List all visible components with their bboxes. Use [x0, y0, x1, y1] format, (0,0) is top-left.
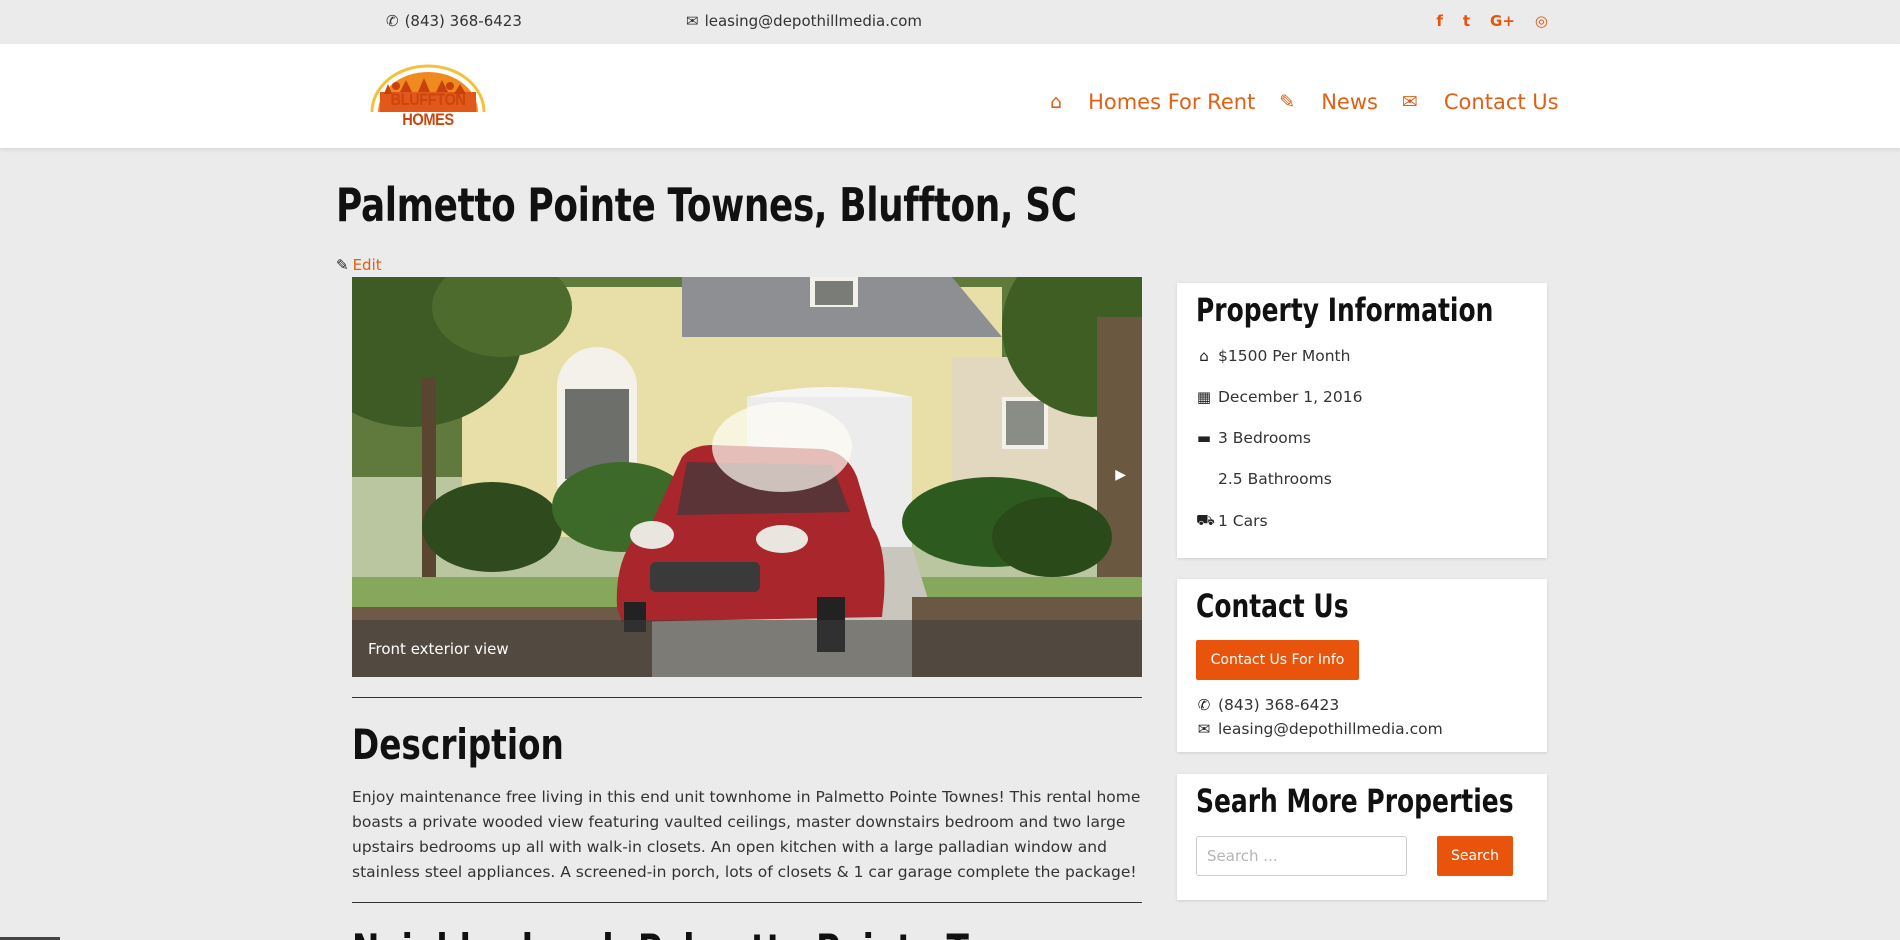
top-email[interactable]: ✉ leasing@depothillmedia.com [686, 12, 922, 30]
twitter-icon[interactable]: t [1463, 12, 1470, 30]
home-icon: ⌂ [1050, 91, 1063, 113]
contact-email[interactable]: ✉ leasing@depothillmedia.com [1196, 720, 1443, 738]
phone-icon: ✆ [1197, 696, 1211, 714]
logo-text: BLUFFTON HOMES [390, 90, 466, 129]
facebook-icon[interactable]: f [1436, 12, 1443, 30]
search-button[interactable]: Search [1437, 836, 1513, 876]
search-card: Searh More Properties Search [1177, 774, 1547, 900]
cars-value: 1 Cars [1218, 512, 1268, 530]
divider [352, 697, 1142, 698]
nav-news[interactable]: ✎ News [1279, 90, 1402, 114]
search-input[interactable] [1196, 836, 1407, 876]
social-links: f t G+ ◎ [1436, 12, 1548, 30]
phone-icon: ✆ [386, 12, 399, 30]
contact-phone-text: (843) 368-6423 [1218, 696, 1340, 714]
pencil-icon: ✎ [1279, 91, 1296, 113]
property-info-card: Property Information ⌂ $1500 Per Month ▦… [1177, 283, 1547, 558]
nav-contact-us[interactable]: ✉ Contact Us [1402, 90, 1559, 114]
date-row: ▦ December 1, 2016 [1196, 388, 1363, 406]
edit-link[interactable]: ✎ Edit [336, 256, 382, 274]
google-plus-icon[interactable]: G+ [1490, 12, 1515, 30]
property-info-heading: Property Information [1196, 291, 1494, 329]
pencil-icon: ✎ [336, 256, 349, 274]
nav-label: Homes For Rent [1088, 90, 1256, 114]
bathrooms-value: 2.5 Bathrooms [1218, 470, 1332, 488]
gallery-next-button[interactable]: ▶ [1115, 467, 1126, 483]
envelope-icon: ✉ [1197, 720, 1211, 738]
nav-homes-for-rent[interactable]: ⌂ Homes For Rent [1050, 90, 1279, 114]
rent-value: $1500 Per Month [1218, 347, 1351, 365]
bedrooms-row: ▬ 3 Bedrooms [1196, 429, 1311, 447]
top-phone-text: (843) 368-6423 [404, 12, 522, 30]
caption-text: Front exterior view [368, 640, 509, 658]
search-heading: Searh More Properties [1196, 782, 1514, 820]
top-bar: ✆ (843) 368-6423 ✉ leasing@depothillmedi… [0, 0, 1900, 44]
top-phone[interactable]: ✆ (843) 368-6423 [386, 12, 522, 30]
edit-label: Edit [352, 256, 382, 274]
instagram-icon[interactable]: ◎ [1535, 12, 1548, 30]
bedrooms-value: 3 Bedrooms [1218, 429, 1311, 447]
bathrooms-row: 2.5 Bathrooms [1196, 470, 1332, 488]
rent-row: ⌂ $1500 Per Month [1196, 347, 1350, 365]
date-value: December 1, 2016 [1218, 388, 1363, 406]
calendar-icon: ▦ [1196, 388, 1212, 406]
logo[interactable]: BLUFFTON HOMES [366, 62, 490, 132]
contact-heading: Contact Us [1196, 587, 1349, 625]
site-header: BLUFFTON HOMES ⌂ Homes For Rent ✎ News ✉… [0, 44, 1900, 148]
top-email-text: leasing@depothillmedia.com [704, 12, 923, 30]
contact-email-text: leasing@depothillmedia.com [1218, 720, 1443, 738]
contact-phone[interactable]: ✆ (843) 368-6423 [1196, 696, 1340, 714]
divider [352, 902, 1142, 903]
photo-gallery[interactable]: ▶ Front exterior view [352, 277, 1142, 677]
page-title: Palmetto Pointe Townes, Bluffton, SC [336, 178, 1077, 232]
car-icon: ⛟ [1196, 511, 1215, 529]
gallery-caption: Front exterior view [352, 620, 1142, 677]
envelope-icon: ✉ [1401, 91, 1418, 113]
bed-icon: ▬ [1196, 429, 1212, 447]
cars-row: ⛟ 1 Cars [1196, 511, 1268, 531]
nav-label: Contact Us [1443, 90, 1559, 114]
envelope-icon: ✉ [686, 12, 699, 30]
nav-label: News [1321, 90, 1378, 114]
main-nav: ⌂ Homes For Rent ✎ News ✉ Contact Us [1050, 90, 1559, 114]
contact-for-info-button[interactable]: Contact Us For Info [1196, 640, 1359, 680]
contact-card: Contact Us Contact Us For Info ✆ (843) 3… [1177, 579, 1547, 752]
neighborhood-heading: Neighborhood: Palmetto Pointe Townes [352, 925, 1082, 940]
description-text: Enjoy maintenance free living in this en… [352, 788, 1141, 881]
description-heading: Description [352, 720, 564, 769]
home-icon: ⌂ [1199, 347, 1209, 365]
property-photo [352, 277, 1142, 677]
